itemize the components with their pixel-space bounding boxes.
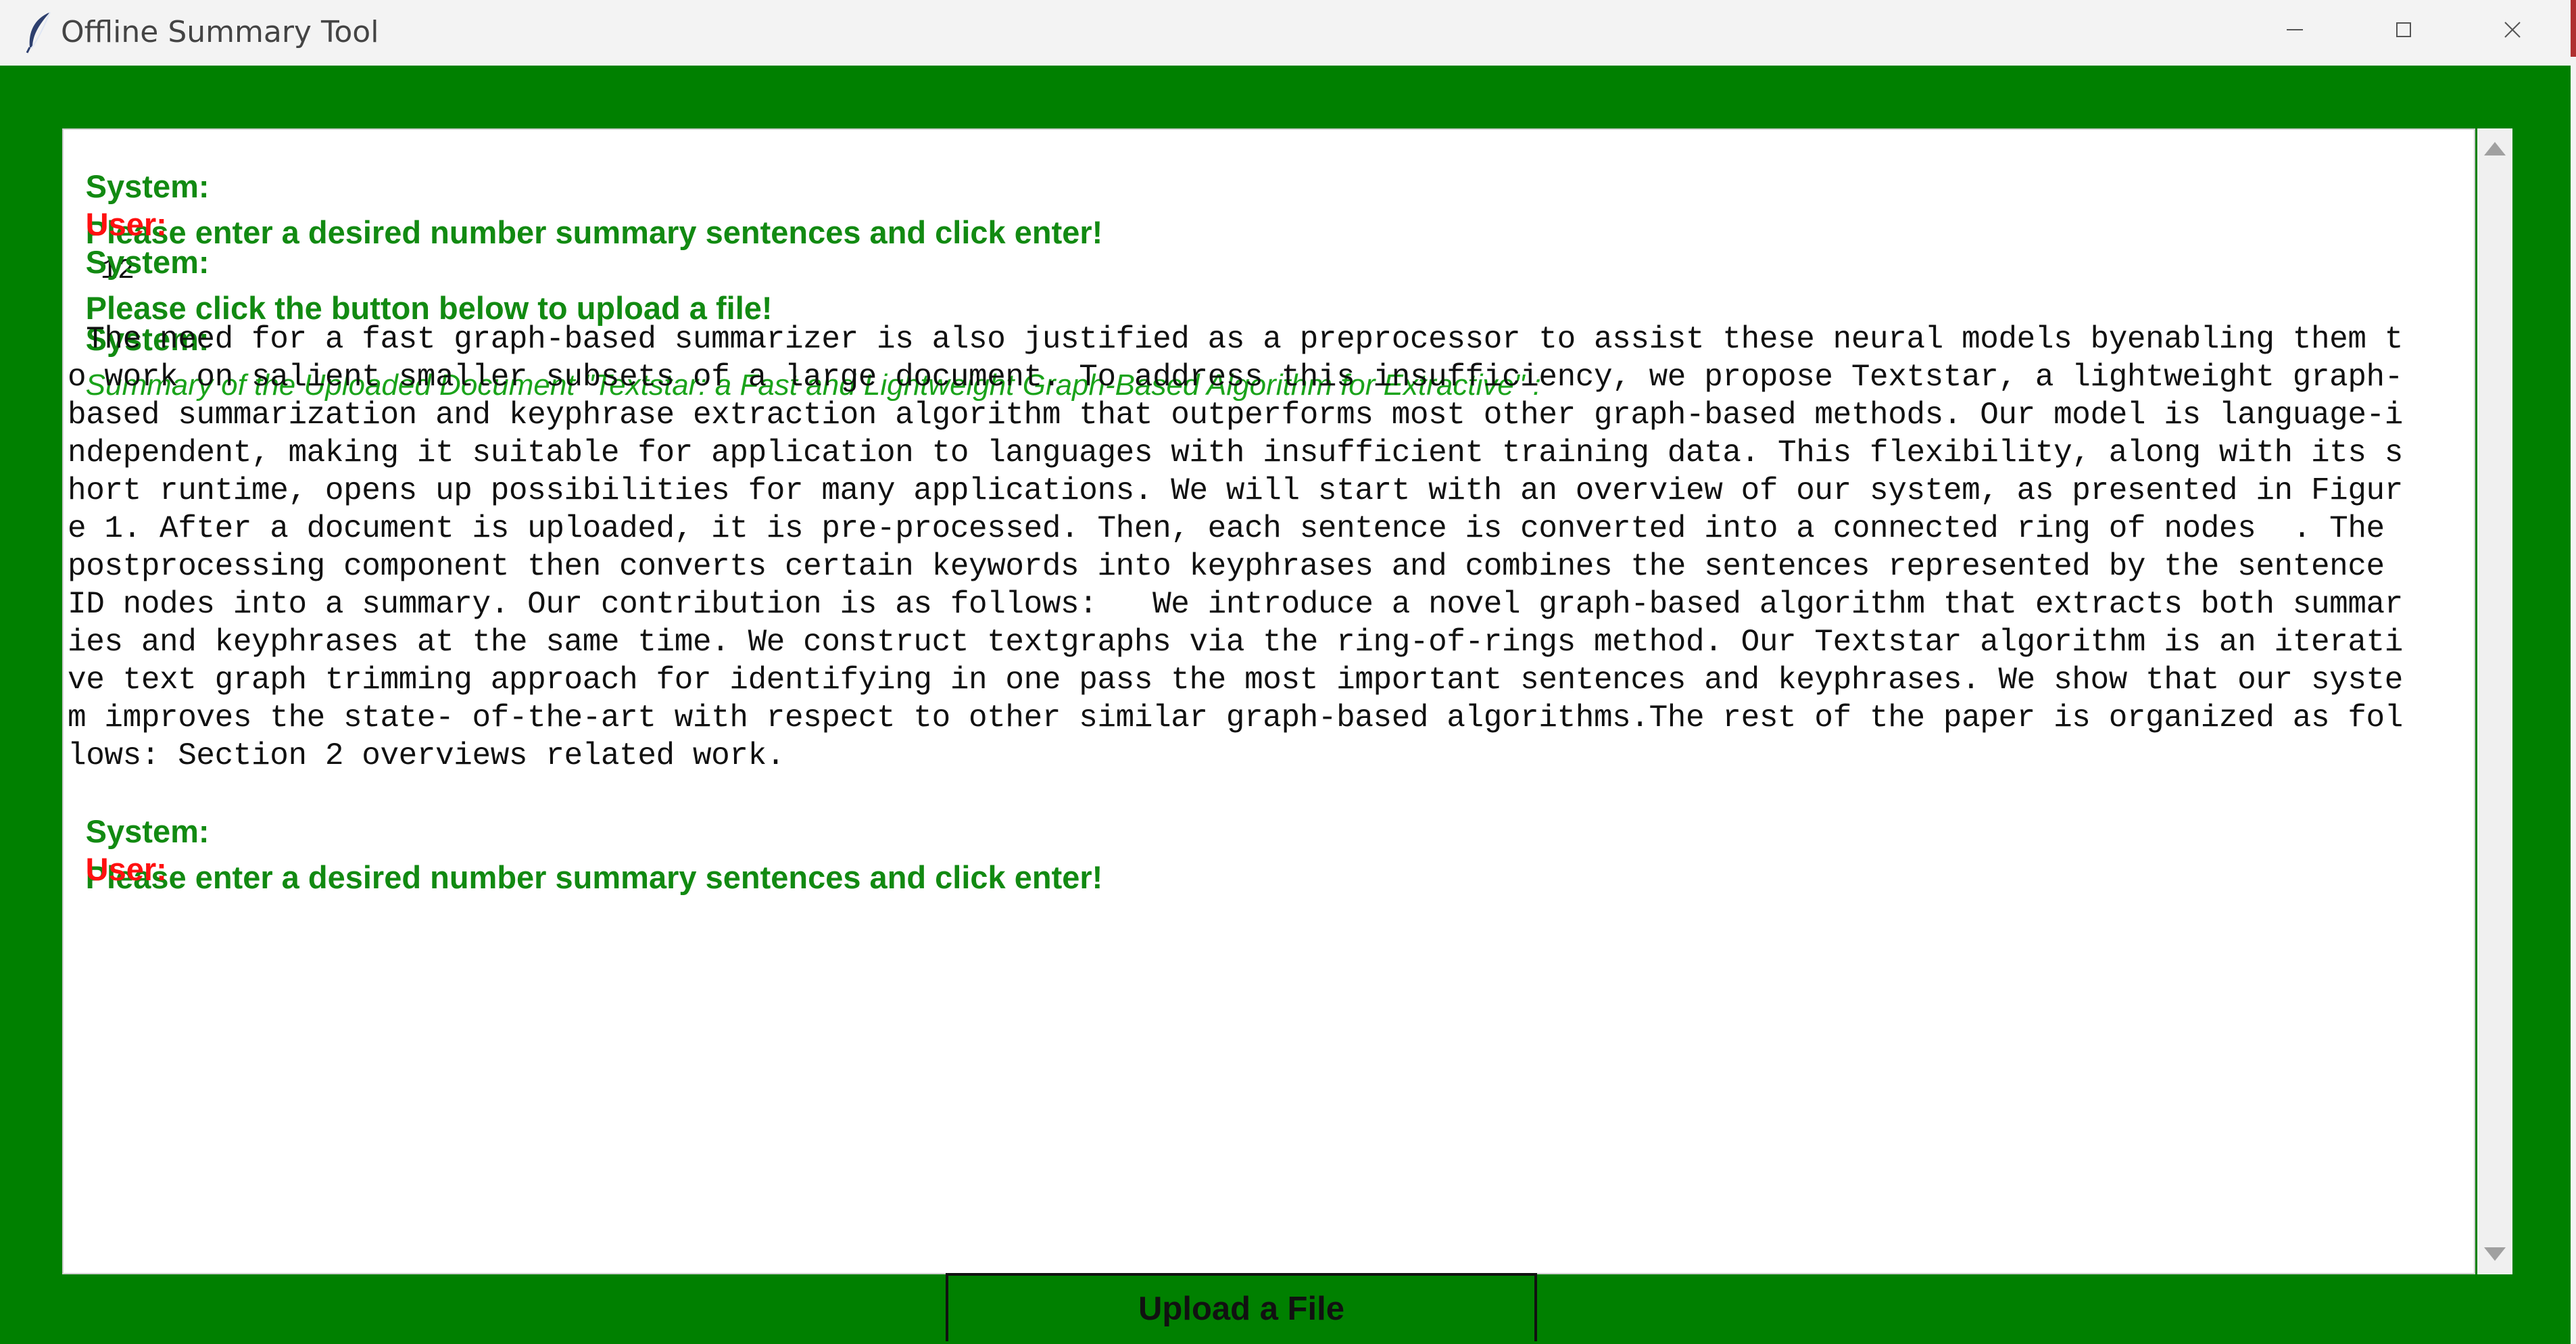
summary-line: o work on salient smaller subsets of a l…	[68, 360, 2403, 395]
chat-line-user: User: 12	[68, 168, 2474, 287]
user-label: User:	[85, 206, 167, 242]
scroll-up-arrow-icon[interactable]	[2484, 142, 2506, 155]
summary-line: m improves the state- of-the-art with re…	[68, 700, 2403, 736]
system-message: Please enter a desired number summary se…	[85, 214, 1103, 250]
feather-icon	[26, 11, 51, 53]
system-label: System:	[85, 244, 210, 280]
system-label: System:	[85, 813, 210, 849]
minimize-button[interactable]	[2241, 0, 2349, 59]
title-bar: Offline Summary Tool	[0, 0, 2576, 66]
summary-line: postprocessing component then converts c…	[68, 549, 2385, 584]
window-edge	[2571, 0, 2576, 57]
window-title: Offline Summary Tool	[61, 15, 379, 49]
user-label: User:	[85, 851, 167, 887]
vertical-scrollbar[interactable]	[2477, 128, 2512, 1274]
summary-line: e 1. After a document is uploaded, it is…	[68, 511, 2385, 546]
chat-line-system: System: Please enter a desired number su…	[68, 130, 2474, 250]
summary-body: The need for a fast graph-based summariz…	[68, 320, 2474, 775]
chat-line-user: User:	[68, 813, 2474, 887]
summary-line: ve text graph trimming approach for iden…	[68, 663, 2403, 698]
system-message: Please enter a desired number summary se…	[85, 859, 1103, 895]
chat-line-system: System: Please enter a desired number su…	[68, 775, 2474, 895]
close-icon	[2504, 22, 2521, 38]
maximize-icon	[2396, 22, 2411, 37]
system-label: System:	[85, 168, 210, 204]
maximize-button[interactable]	[2350, 0, 2458, 59]
minimize-icon	[2287, 29, 2303, 30]
summary-line: hort runtime, opens up possibilities for…	[68, 473, 2403, 508]
summary-line: ID nodes into a summary. Our contributio…	[68, 587, 2403, 622]
chat-content: System: Please enter a desired number su…	[68, 130, 2474, 895]
summary-line: ndependent, making it suitable for appli…	[68, 435, 2403, 471]
upload-file-button[interactable]: Upload a File	[946, 1273, 1537, 1341]
chat-textbox[interactable]: System: Please enter a desired number su…	[62, 128, 2475, 1274]
scroll-down-arrow-icon[interactable]	[2484, 1247, 2506, 1261]
summary-line: The need for a fast graph-based summariz…	[68, 322, 2403, 357]
summary-line: based summarization and keyphrase extrac…	[68, 398, 2403, 433]
summary-line: lows: Section 2 overviews related work.	[68, 738, 785, 773]
summary-line: ies and keyphrases at the same time. We …	[68, 625, 2403, 660]
close-button[interactable]	[2458, 0, 2567, 59]
